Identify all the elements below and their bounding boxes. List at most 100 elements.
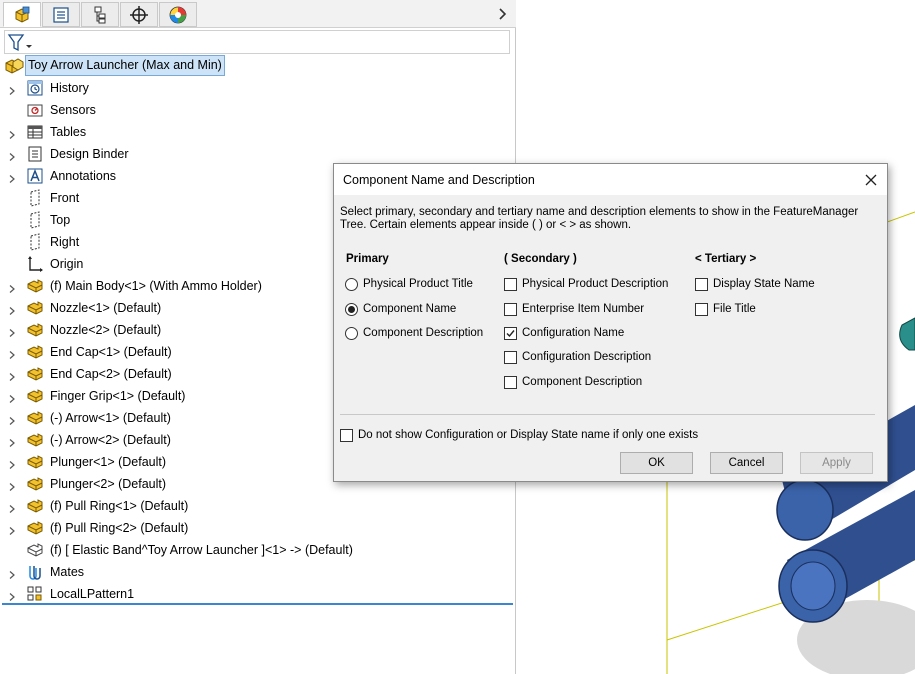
- dialog-title: Component Name and Description: [343, 173, 535, 187]
- expand-arrow-icon[interactable]: [9, 304, 15, 315]
- annotations-icon: [25, 166, 45, 186]
- option-label: Display State Name: [713, 278, 815, 290]
- expand-arrow-icon[interactable]: [9, 172, 15, 183]
- expand-arrow-icon[interactable]: [9, 414, 15, 425]
- expand-arrow-icon[interactable]: [9, 458, 15, 469]
- tree-item[interactable]: (f) Pull Ring<2> (Default): [0, 517, 515, 539]
- dimxpert-icon: [130, 5, 148, 24]
- assembly-icon: [5, 57, 24, 74]
- expand-arrow-icon[interactable]: [9, 282, 15, 293]
- tree-item[interactable]: (f) [ Elastic Band^Toy Arrow Launcher ]<…: [0, 539, 515, 561]
- history-icon: [25, 78, 45, 98]
- tree-item-label: End Cap<2> (Default): [50, 367, 172, 381]
- feature-manager-tabs: [0, 0, 516, 28]
- design-binder-icon: [25, 144, 45, 164]
- apply-button[interactable]: Apply: [800, 452, 873, 474]
- part-icon: [25, 364, 45, 384]
- secondary-option-physical-product-description[interactable]: Physical Product Description: [504, 276, 668, 292]
- radio-button-selected[interactable]: [345, 302, 358, 316]
- primary-option-component-description[interactable]: Component Description: [345, 325, 483, 341]
- tree-item-label: Plunger<2> (Default): [50, 477, 167, 491]
- expand-arrow-icon[interactable]: [9, 502, 15, 513]
- tertiary-option-file-title[interactable]: File Title: [695, 301, 756, 317]
- secondary-option-configuration-name[interactable]: Configuration Name: [504, 325, 624, 341]
- tertiary-option-display-state-name[interactable]: Display State Name: [695, 276, 815, 292]
- expand-arrow-icon[interactable]: [9, 392, 15, 403]
- model-cylinder-inner: [790, 561, 836, 611]
- ok-button[interactable]: OK: [620, 452, 693, 474]
- tree-item[interactable]: LocalLPattern1: [0, 583, 515, 605]
- rollback-bar[interactable]: [2, 603, 513, 605]
- checkbox[interactable]: [340, 428, 353, 442]
- expand-arrow-icon[interactable]: [9, 436, 15, 447]
- expand-arrow-icon[interactable]: [9, 348, 15, 359]
- tree-item[interactable]: (f) Pull Ring<1> (Default): [0, 495, 515, 517]
- radio-button[interactable]: [345, 277, 358, 291]
- expand-arrow-icon[interactable]: [9, 150, 15, 161]
- expand-panel-arrow[interactable]: [496, 5, 510, 23]
- tree-item[interactable]: Mates: [0, 561, 515, 583]
- checkbox[interactable]: [504, 277, 517, 291]
- cancel-button[interactable]: Cancel: [710, 452, 783, 474]
- tree-item[interactable]: Design Binder: [0, 143, 515, 165]
- filter-button[interactable]: [7, 33, 33, 53]
- option-label: Component Name: [363, 303, 457, 315]
- expand-arrow-icon[interactable]: [9, 480, 15, 491]
- tab-configuration-manager[interactable]: [81, 2, 119, 27]
- sensors-icon: [25, 100, 45, 120]
- tree-item[interactable]: Tables: [0, 121, 515, 143]
- tab-display-manager[interactable]: [159, 2, 197, 27]
- primary-option-component-name[interactable]: Component Name: [345, 301, 456, 317]
- option-label: Component Description: [363, 327, 484, 339]
- option-label: Physical Product Title: [363, 278, 473, 290]
- tree-item-label: Design Binder: [50, 147, 129, 161]
- secondary-option-component-description[interactable]: Component Description: [504, 374, 642, 390]
- tree-filter-bar[interactable]: [4, 30, 510, 54]
- primary-option-physical-product-title[interactable]: Physical Product Title: [345, 276, 473, 292]
- close-icon: [865, 174, 877, 186]
- part-icon: [25, 386, 45, 406]
- secondary-option-configuration-description[interactable]: Configuration Description: [504, 349, 651, 365]
- tree-item-label: Right: [50, 235, 80, 249]
- tree-item-label: (f) Main Body<1> (With Ammo Holder): [50, 279, 262, 293]
- checkbox-checked[interactable]: [504, 326, 517, 340]
- plane-icon: [25, 210, 45, 230]
- radio-button[interactable]: [345, 326, 358, 340]
- checkbox[interactable]: [695, 302, 708, 316]
- expand-arrow-icon[interactable]: [9, 590, 15, 601]
- tree-item-label: (f) Pull Ring<1> (Default): [50, 499, 189, 513]
- expand-arrow-icon[interactable]: [9, 370, 15, 381]
- tree-item-label: Annotations: [50, 169, 117, 183]
- tab-property-manager[interactable]: [42, 2, 80, 27]
- tab-feature-manager[interactable]: [3, 2, 41, 27]
- tree-root[interactable]: Toy Arrow Launcher (Max and Min): [3, 55, 225, 76]
- expand-arrow-icon[interactable]: [9, 326, 15, 337]
- expand-arrow-icon[interactable]: [9, 128, 15, 139]
- tree-item[interactable]: History: [0, 77, 515, 99]
- tree-item-label: (-) Arrow<2> (Default): [50, 433, 171, 447]
- tab-dimxpert-manager[interactable]: [120, 2, 158, 27]
- dialog-close-button[interactable]: [861, 170, 881, 190]
- tree-item-label: Sensors: [50, 103, 96, 117]
- expand-arrow-icon[interactable]: [9, 84, 15, 95]
- checkbox[interactable]: [504, 302, 517, 316]
- component-name-dialog: Component Name and Description Select pr…: [333, 163, 888, 482]
- chevron-right-icon: [499, 8, 507, 20]
- plane-icon: [25, 232, 45, 252]
- option-label: File Title: [713, 303, 756, 315]
- hide-single-configuration-option[interactable]: Do not show Configuration or Display Sta…: [340, 427, 698, 443]
- expand-arrow-icon[interactable]: [9, 524, 15, 535]
- tree-item-label: Front: [50, 191, 80, 205]
- dialog-titlebar[interactable]: Component Name and Description: [334, 164, 887, 195]
- tables-icon: [25, 122, 45, 142]
- part-icon: [25, 276, 45, 296]
- checkbox[interactable]: [504, 350, 517, 364]
- expand-arrow-icon[interactable]: [9, 568, 15, 579]
- filter-icon: [7, 34, 32, 52]
- tree-item[interactable]: Sensors: [0, 99, 515, 121]
- checkbox[interactable]: [504, 375, 517, 389]
- secondary-option-enterprise-item-number[interactable]: Enterprise Item Number: [504, 301, 644, 317]
- checkbox[interactable]: [695, 277, 708, 291]
- tree-root-label[interactable]: Toy Arrow Launcher (Max and Min): [25, 55, 225, 76]
- checkmark-icon: [506, 329, 515, 337]
